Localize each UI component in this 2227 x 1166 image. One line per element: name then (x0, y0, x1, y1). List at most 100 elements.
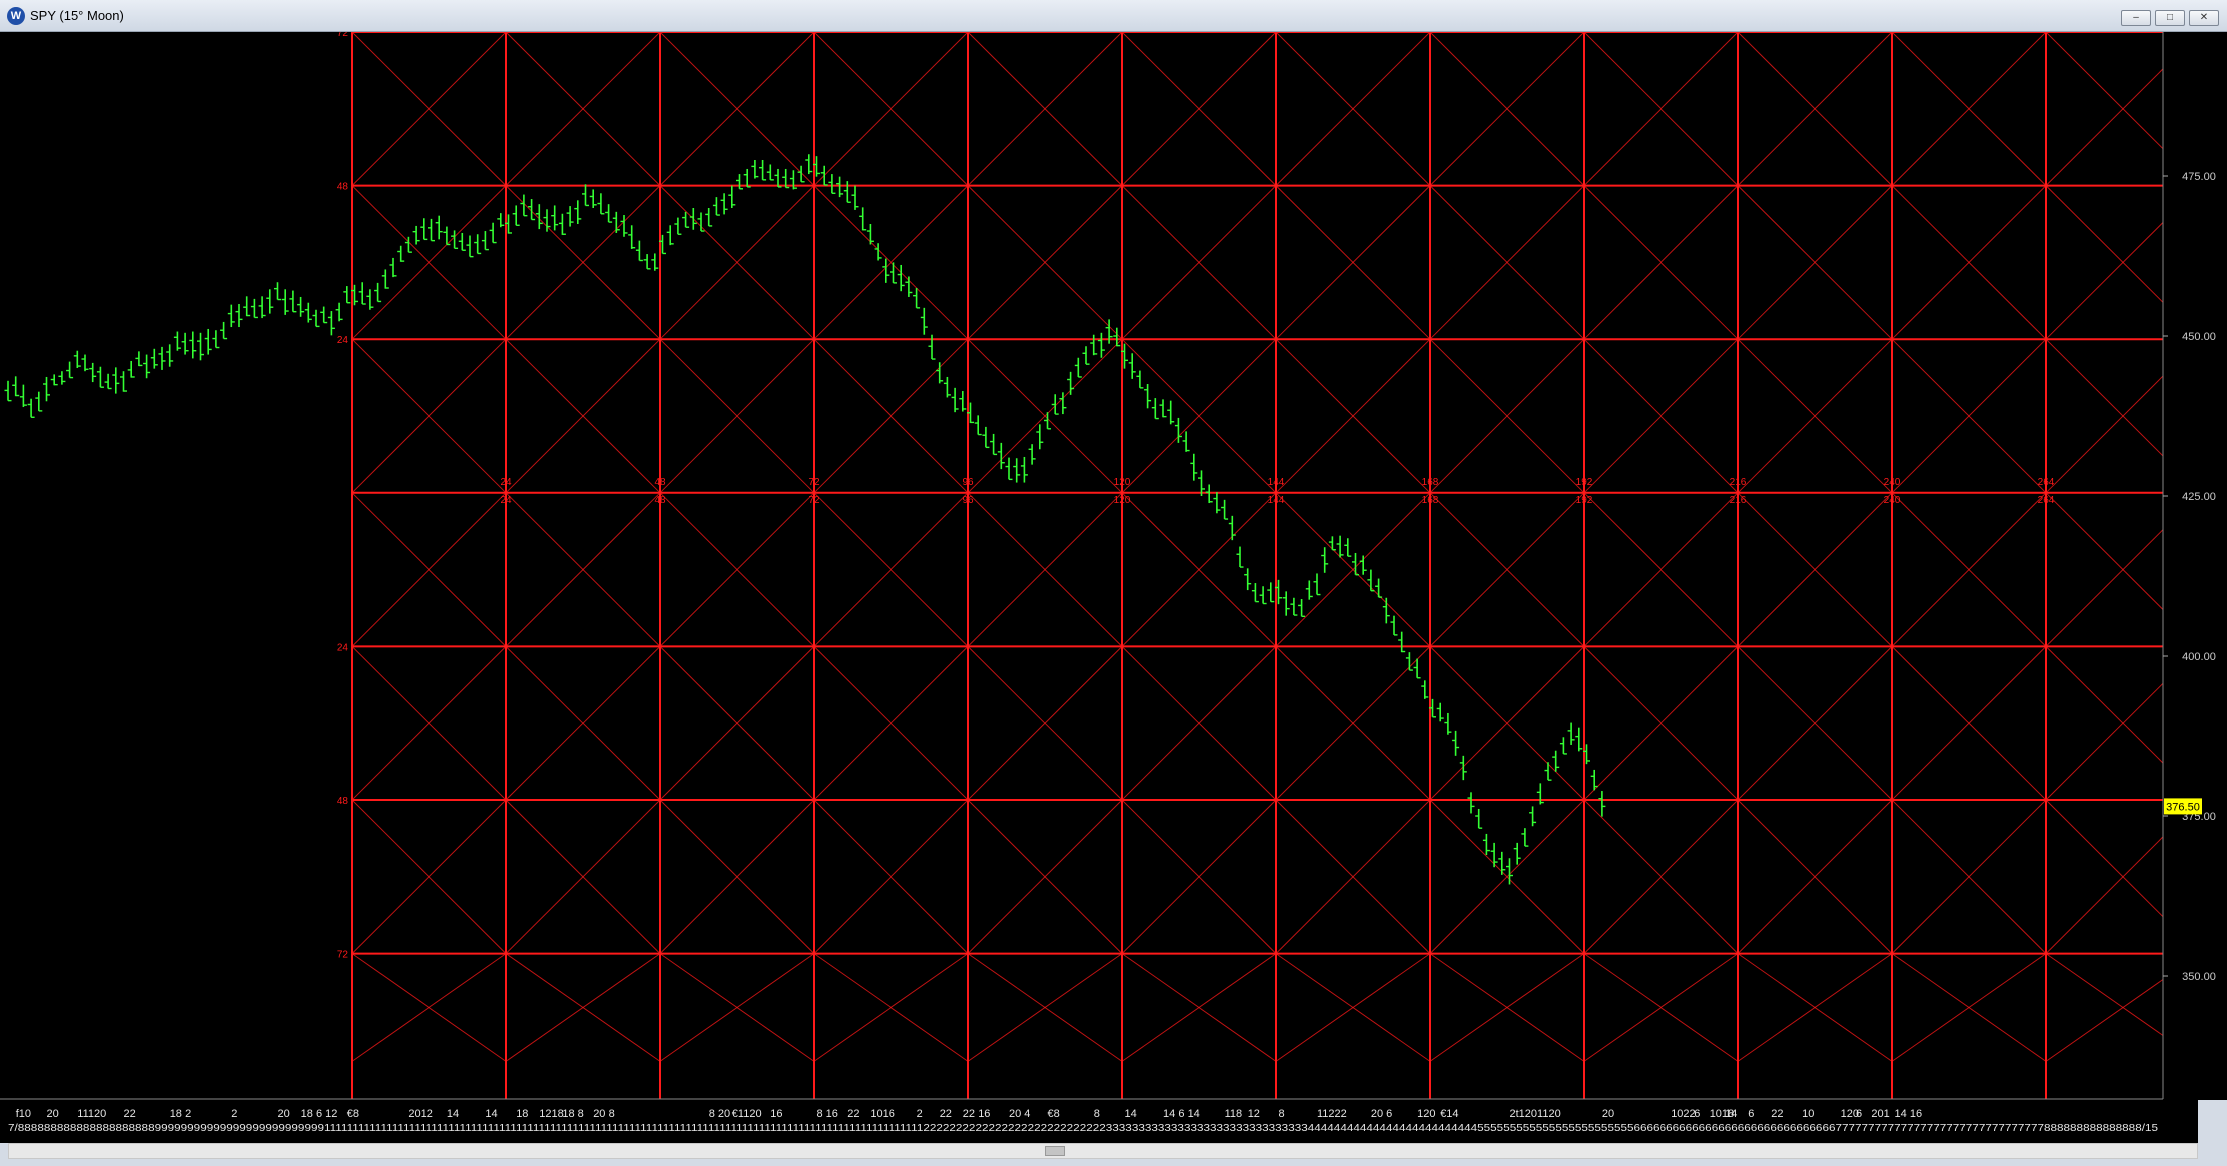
level-label: 24 (337, 335, 349, 346)
price-tick-label: 400.00 (2182, 651, 2216, 663)
time-tick-label: 6 (1748, 1108, 1754, 1120)
price-tick-label: 450.00 (2182, 331, 2216, 343)
time-tick-label: 6 12 (316, 1108, 337, 1120)
time-tick-label: 22 (124, 1108, 136, 1120)
time-tick-label: 2012 (408, 1108, 432, 1120)
time-grid-label: 240 (1884, 477, 1901, 488)
last-price-label: 376.50 (2166, 801, 2200, 813)
time-tick-label: 16 (1910, 1108, 1922, 1120)
time-tick-label: €8 (1048, 1108, 1060, 1120)
time-tick-label: f10 (16, 1108, 31, 1120)
maximize-button[interactable]: □ (2155, 10, 2185, 26)
time-tick-label: 20 (47, 1108, 59, 1120)
window-title-bar: W SPY (15° Moon) – □ ✕ (0, 0, 2227, 32)
time-grid-label: 24 (500, 495, 512, 506)
time-tick-label: 2 (185, 1108, 191, 1120)
time-tick-label: 20 (1602, 1108, 1614, 1120)
time-grid-label: 216 (1730, 477, 1747, 488)
time-grid-label: 264 (2038, 495, 2055, 506)
time-tick-label: 20 4 (1009, 1108, 1030, 1120)
time-digit-row: 7/88888888888888888888899999999999999999… (8, 1122, 2158, 1134)
time-tick-label: 6 (1856, 1108, 1862, 1120)
price-tick-label: 425.00 (2182, 491, 2216, 503)
time-tick-label: 20 (278, 1108, 290, 1120)
time-axis: f10 20 11120 22 18 2 2 20 18 6 12 €8 2012 14 14 18 1218… (0, 1098, 2163, 1143)
time-tick-label: 14 (447, 1108, 459, 1120)
time-tick-label: 1218 (539, 1108, 563, 1120)
scrollbar-thumb[interactable] (1045, 1146, 1065, 1156)
level-label: 24 (337, 642, 349, 653)
time-tick-label: 14 (1125, 1108, 1137, 1120)
time-tick-label: 8 20 (709, 1108, 730, 1120)
time-tick-label: 2 (231, 1108, 237, 1120)
time-grid-label: 144 (1268, 495, 1285, 506)
time-tick-label: 18 (170, 1108, 182, 1120)
time-tick-label: 12 (1248, 1108, 1260, 1120)
time-tick-label: 8 (609, 1108, 615, 1120)
minimize-button[interactable]: – (2121, 10, 2151, 26)
time-tick-label: 11222 (1317, 1108, 1347, 1120)
time-grid-label: 216 (1730, 495, 1747, 506)
time-tick-label: 201 (1871, 1108, 1889, 1120)
time-tick-label: 20 (593, 1108, 605, 1120)
time-grid-label: 120 (1114, 477, 1131, 488)
time-tick-label: €14 (1440, 1108, 1458, 1120)
time-tick-label: 18 (516, 1108, 528, 1120)
time-tick-label: 16 (978, 1108, 990, 1120)
time-tick-label: 14 (1895, 1108, 1907, 1120)
time-tick-label: 20 6 (1371, 1108, 1392, 1120)
level-label: 72 (337, 950, 349, 961)
time-tick-label: 18 8 (562, 1108, 583, 1120)
time-tick-label: 8 16 (817, 1108, 838, 1120)
time-tick-label: 8 (1094, 1108, 1100, 1120)
time-tick-label: 118 (1225, 1108, 1243, 1120)
time-grid-label: 48 (654, 495, 666, 506)
time-grid-label: 168 (1422, 477, 1439, 488)
time-grid-label: 72 (808, 477, 820, 488)
time-tick-label: 14 (1163, 1108, 1175, 1120)
time-tick-label: 18 (301, 1108, 313, 1120)
time-tick-label: 22 (847, 1108, 859, 1120)
time-grid-label: 264 (2038, 477, 2055, 488)
time-tick-label: 14 (485, 1108, 497, 1120)
app-logo-icon: W (7, 7, 25, 25)
time-tick-label: 8 (1279, 1108, 1285, 1120)
time-grid-label: 24 (500, 477, 512, 488)
level-label: 72 (337, 32, 349, 39)
app-logo-letter: W (10, 10, 22, 22)
time-tick-label: 1016 (870, 1108, 894, 1120)
window-corner (2198, 1100, 2227, 1166)
time-tick-label: 6 14 (1178, 1108, 1199, 1120)
time-grid-label: 48 (654, 477, 666, 488)
time-tick-label: €8 (347, 1108, 359, 1120)
time-grid-label: 192 (1576, 477, 1593, 488)
level-label: 48 (337, 182, 349, 193)
time-tick-label: 16 (770, 1108, 782, 1120)
price-tick-label: 350.00 (2182, 971, 2216, 983)
time-tick-label: €1120 (732, 1108, 762, 1120)
time-tick-label: 1022 (1671, 1108, 1695, 1120)
time-tick-label: 6 (1694, 1108, 1700, 1120)
time-tick-label: 22 (963, 1108, 975, 1120)
time-tick-label: 11120 (77, 1108, 106, 1120)
horizontal-scrollbar[interactable] (8, 1143, 2198, 1159)
time-grid-label: 144 (1268, 477, 1285, 488)
time-tick-label: 120 (1417, 1108, 1435, 1120)
time-grid-label: 120 (1114, 495, 1131, 506)
time-tick-label: 22 (1771, 1108, 1783, 1120)
close-button[interactable]: ✕ (2189, 10, 2219, 26)
time-grid-label: 96 (962, 495, 974, 506)
time-grid-label: 168 (1422, 495, 1439, 506)
time-tick-label: 2 (917, 1108, 923, 1120)
time-tick-label: 22 (940, 1108, 952, 1120)
time-axis-background (0, 1099, 2163, 1143)
time-grid-label: 192 (1576, 495, 1593, 506)
time-grid-label: 240 (1884, 495, 1901, 506)
price-chart: 7248242448722424484872729696120120144144… (0, 32, 2227, 1143)
window-title: SPY (15° Moon) (30, 8, 124, 23)
level-label: 48 (337, 796, 349, 807)
time-grid-label: 72 (808, 495, 820, 506)
time-tick-label: 2t1201120 (1510, 1108, 1561, 1120)
time-tick-label: 10 (1802, 1108, 1814, 1120)
time-grid-label: 96 (962, 477, 974, 488)
